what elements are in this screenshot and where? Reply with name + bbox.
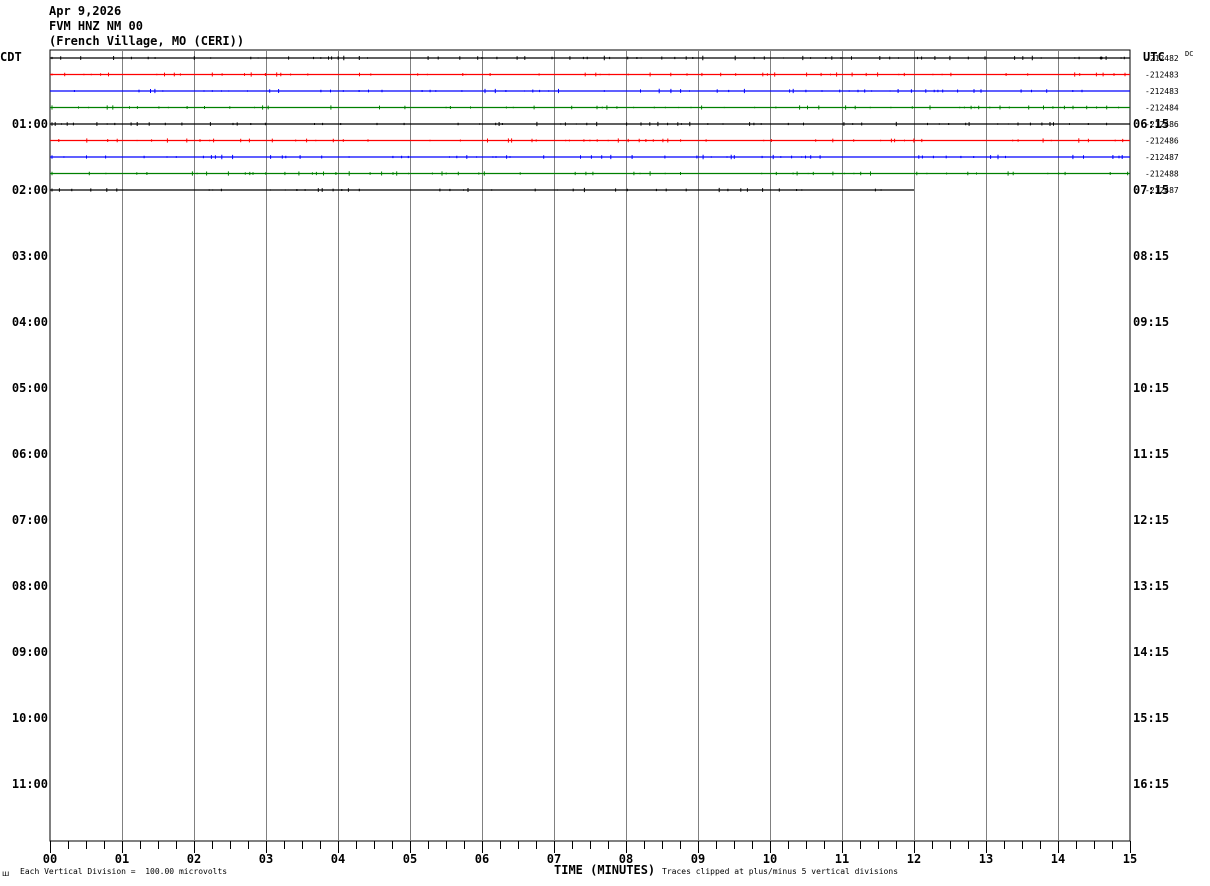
right-time-label-15:15: 15:15 <box>1133 711 1169 725</box>
x-tick-label-10: 10 <box>763 852 777 866</box>
x-tick-label-04: 04 <box>331 852 345 866</box>
clip-note: Traces clipped at plus/minus 5 vertical … <box>662 867 899 876</box>
dc-value-2: -212483 <box>1145 87 1179 96</box>
dc-value-1: -212483 <box>1145 71 1179 80</box>
right-time-label-10:15: 10:15 <box>1133 381 1169 395</box>
right-time-label-12:15: 12:15 <box>1133 513 1169 527</box>
left-time-label-08:00: 08:00 <box>12 579 48 593</box>
trace-row-2 <box>50 88 1130 94</box>
right-time-label-16:15: 16:15 <box>1133 777 1169 791</box>
x-tick-label-05: 05 <box>403 852 417 866</box>
helicorder-plot: -212482-212483-212483-212484-212486-2124… <box>12 49 1179 866</box>
right-time-label-06:15: 06:15 <box>1133 117 1169 131</box>
header-date: Apr 9,2026 <box>49 4 122 18</box>
left-time-label-09:00: 09:00 <box>12 645 48 659</box>
x-axis-title: TIME (MINUTES) <box>554 863 656 877</box>
plot-frame <box>49 49 1131 842</box>
trace-row-1 <box>50 72 1130 77</box>
trace-row-5 <box>50 138 1130 143</box>
x-tick-label-00: 00 <box>43 852 57 866</box>
trace-row-4 <box>50 121 1130 127</box>
x-tick-label-01: 01 <box>115 852 129 866</box>
right-zone-label: UTC <box>1143 50 1165 64</box>
left-time-label-10:00: 10:00 <box>12 711 48 725</box>
right-time-label-13:15: 13:15 <box>1133 579 1169 593</box>
left-time-label-07:00: 07:00 <box>12 513 48 527</box>
x-tick-label-11: 11 <box>835 852 849 866</box>
x-tick-label-13: 13 <box>979 852 993 866</box>
trace-row-3 <box>50 105 1130 110</box>
x-tick-label-06: 06 <box>475 852 489 866</box>
left-time-label-11:00: 11:00 <box>12 777 48 791</box>
trace-layer <box>50 55 1130 193</box>
header-station: FVM HNZ NM 00 <box>49 19 143 33</box>
x-tick-label-03: 03 <box>259 852 273 866</box>
dc-value-6: -212487 <box>1145 153 1179 162</box>
x-tick-label-12: 12 <box>907 852 921 866</box>
event-marker <box>1099 56 1103 60</box>
header-location: (French Village, MO (CERI)) <box>49 34 245 48</box>
tick-layer <box>50 841 1131 853</box>
left-time-label-06:00: 06:00 <box>12 447 48 461</box>
x-tick-label-14: 14 <box>1051 852 1065 866</box>
left-time-label-05:00: 05:00 <box>12 381 48 395</box>
right-time-label-09:15: 09:15 <box>1133 315 1169 329</box>
x-tick-label-02: 02 <box>187 852 201 866</box>
right-time-label-08:15: 08:15 <box>1133 249 1169 263</box>
left-time-label-02:00: 02:00 <box>12 183 48 197</box>
label-layer: -212482-212483-212483-212484-212486-2124… <box>12 54 1179 866</box>
trace-row-0 <box>50 55 1130 61</box>
right-time-label-11:15: 11:15 <box>1133 447 1169 461</box>
x-tick-label-15: 15 <box>1123 852 1137 866</box>
left-zone-label: CDT <box>0 50 22 64</box>
left-time-label-04:00: 04:00 <box>12 315 48 329</box>
left-time-label-01:00: 01:00 <box>12 117 48 131</box>
dc-value-5: -212486 <box>1145 137 1179 146</box>
scale-note: Each Vertical Division = 100.00 microvol… <box>20 867 228 876</box>
grid-layer <box>49 49 1131 842</box>
x-tick-label-09: 09 <box>691 852 705 866</box>
dc-label: DC <box>1185 50 1194 58</box>
dc-value-3: -212484 <box>1145 104 1179 113</box>
trace-row-7 <box>50 171 1130 176</box>
dc-value-7: -212488 <box>1145 170 1179 179</box>
trace-row-6 <box>50 154 1130 160</box>
left-time-label-03:00: 03:00 <box>12 249 48 263</box>
right-time-label-14:15: 14:15 <box>1133 645 1169 659</box>
right-time-label-07:15: 07:15 <box>1133 183 1169 197</box>
corner-mark: ꟺ <box>2 869 10 878</box>
